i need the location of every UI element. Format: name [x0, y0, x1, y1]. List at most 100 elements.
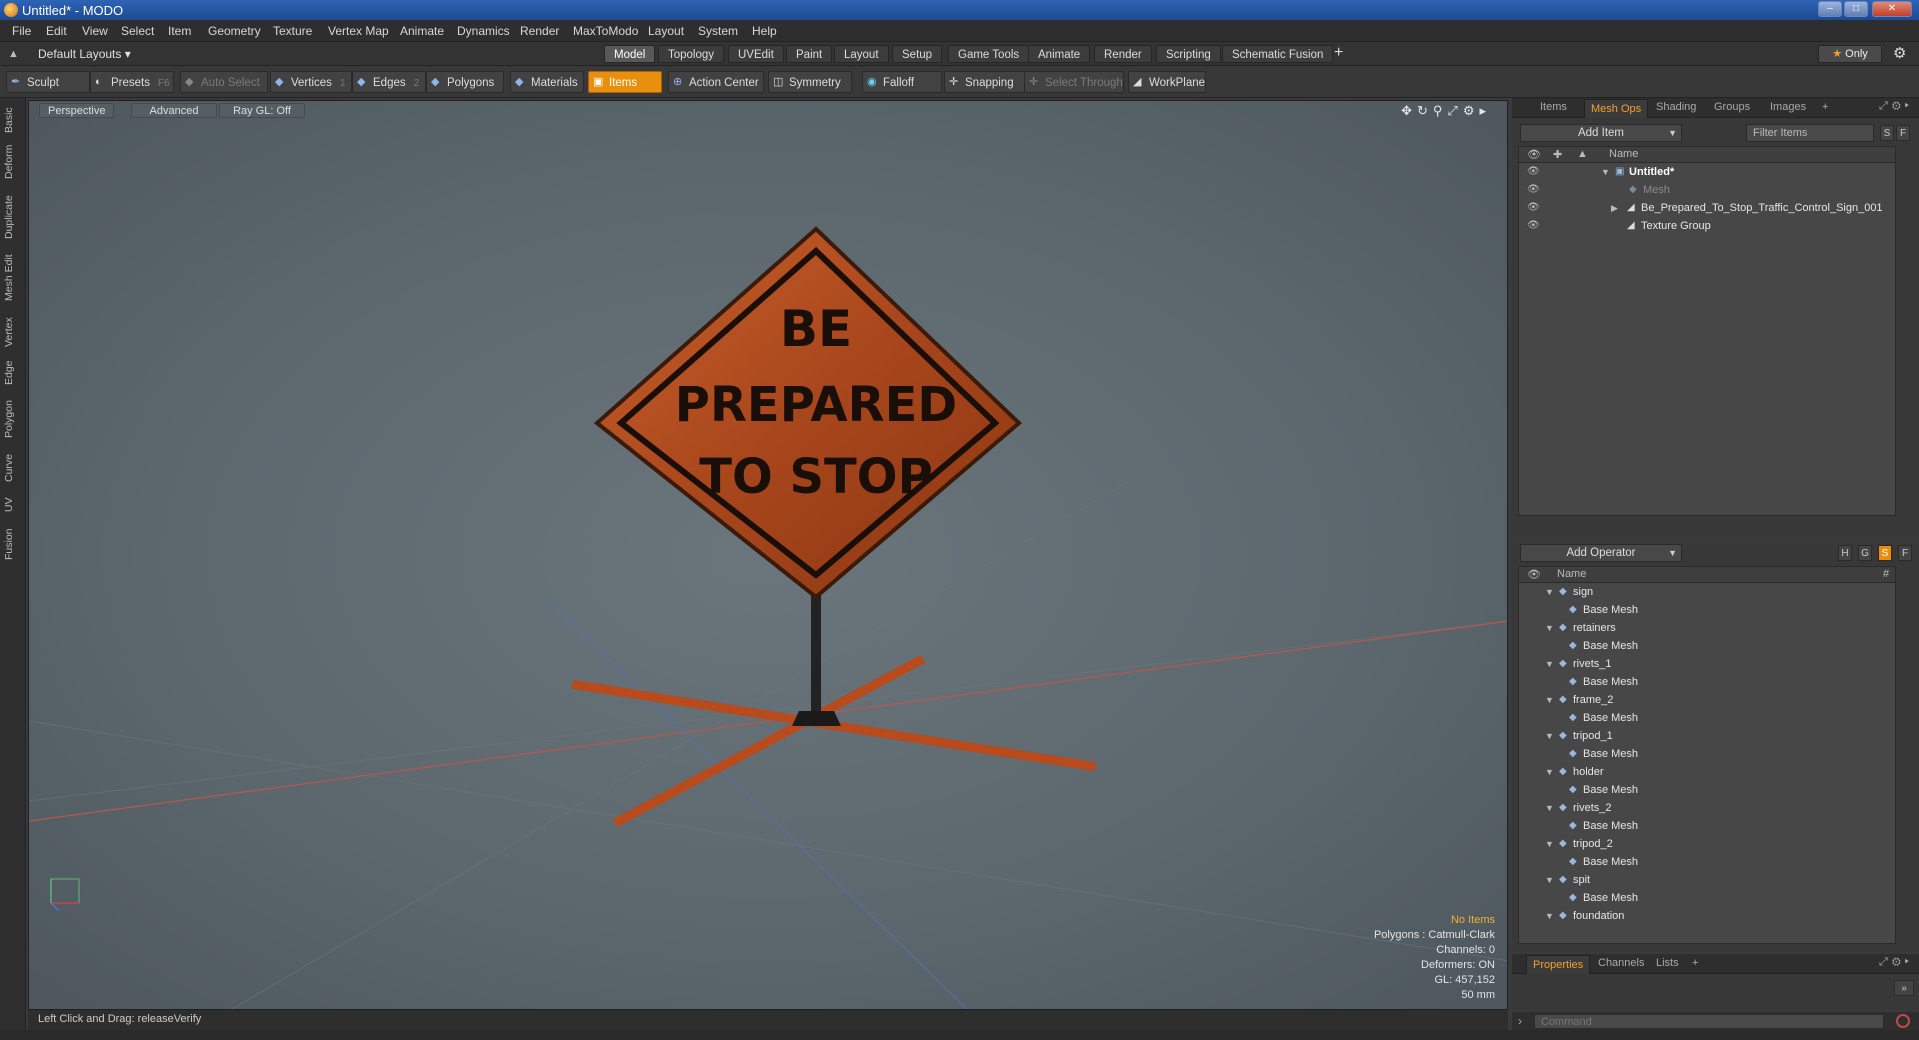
collapse-triangle-icon[interactable]: ▼: [1545, 799, 1554, 817]
visibility-eye-icon[interactable]: 👁: [1527, 163, 1540, 181]
menu-file[interactable]: File: [12, 24, 31, 38]
tab-layout[interactable]: Layout: [834, 45, 889, 63]
only-button[interactable]: ★ Only: [1818, 45, 1882, 63]
menu-layout[interactable]: Layout: [648, 24, 684, 38]
advanced-button[interactable]: Advanced: [131, 103, 217, 118]
collapse-triangle-icon[interactable]: ▼: [1545, 655, 1554, 673]
menu-maxtomodo[interactable]: MaxToModo: [573, 24, 638, 38]
expand-icon[interactable]: ⤢: [1879, 100, 1892, 112]
h-button[interactable]: H: [1838, 545, 1852, 561]
menu-system[interactable]: System: [698, 24, 738, 38]
vtab-uv[interactable]: UV: [3, 494, 23, 516]
f-button[interactable]: F: [1896, 125, 1910, 141]
collapse-triangle-icon[interactable]: ▼: [1545, 871, 1554, 889]
tree-item-mesh[interactable]: 👁 ◆ Mesh: [1519, 181, 1895, 199]
panel-icons[interactable]: ⤢⚙▸: [1879, 956, 1913, 969]
polygons-button[interactable]: ◆ Polygons: [426, 71, 504, 93]
menu-help[interactable]: Help: [752, 24, 777, 38]
menu-select[interactable]: Select: [121, 24, 154, 38]
viewport-3d[interactable]: BE PREPARED TO STOP Perspective Advanced…: [28, 100, 1508, 1010]
gear-icon[interactable]: ⚙: [1893, 44, 1906, 62]
vtab-basic[interactable]: Basic: [3, 104, 23, 136]
vtab-vertex[interactable]: Vertex: [3, 312, 23, 352]
action-center-button[interactable]: ⊕ Action Center: [668, 71, 764, 93]
operator-row[interactable]: ◆ Base Mesh: [1519, 781, 1895, 799]
vertices-button[interactable]: ◆ Vertices 1: [270, 71, 352, 93]
operator-row[interactable]: ◆ Base Mesh: [1519, 601, 1895, 619]
menu-render[interactable]: Render: [520, 24, 559, 38]
operator-group-row[interactable]: ▼ ◆ rivets_2: [1519, 799, 1895, 817]
viewport-nav-tools[interactable]: ✥↻⚲⤢⚙▸: [1401, 103, 1491, 119]
tab-topology[interactable]: Topology: [658, 45, 725, 63]
operator-group-row[interactable]: ▼ ◆ rivets_1: [1519, 655, 1895, 673]
viewport-menu-icon[interactable]: ▸: [1479, 103, 1491, 118]
vtab-mesh-edit[interactable]: Mesh Edit: [3, 252, 23, 304]
panel-menu-icon[interactable]: ▸: [1905, 100, 1913, 112]
menu-view[interactable]: View: [82, 24, 108, 38]
add-operator-button[interactable]: Add Operator ▼: [1520, 544, 1682, 562]
tab-images[interactable]: Images: [1770, 101, 1806, 113]
operator-group-row[interactable]: ▼ ◆ sign: [1519, 583, 1895, 601]
workplane-button[interactable]: ◢ WorkPlane: [1128, 71, 1206, 93]
vtab-edge[interactable]: Edge: [3, 358, 23, 388]
operator-group-row[interactable]: ▼ ◆ spit: [1519, 871, 1895, 889]
tab-schematic-fusion[interactable]: Schematic Fusion: [1222, 45, 1334, 63]
menu-item[interactable]: Item: [168, 24, 191, 38]
materials-button[interactable]: ◆ Materials: [510, 71, 584, 93]
tree-item-sign[interactable]: 👁 ▶ ◢ Be_Prepared_To_Stop_Traffic_Contro…: [1519, 199, 1895, 217]
command-input[interactable]: [1534, 1014, 1884, 1029]
operator-group-row[interactable]: ▼ ◆ holder: [1519, 763, 1895, 781]
operator-row[interactable]: ◆ Base Mesh: [1519, 745, 1895, 763]
minimize-button[interactable]: –: [1818, 1, 1842, 17]
tab-model[interactable]: Model: [604, 45, 656, 63]
collapse-icon[interactable]: ▲: [8, 48, 19, 60]
collapse-triangle-icon[interactable]: ▼: [1545, 691, 1554, 709]
maximize-view-icon[interactable]: ⤢: [1447, 103, 1462, 118]
collapse-triangle-icon[interactable]: ▼: [1545, 619, 1554, 637]
menu-edit[interactable]: Edit: [46, 24, 67, 38]
operator-row[interactable]: ◆ Base Mesh: [1519, 817, 1895, 835]
auto-select-button[interactable]: ◆ Auto Select: [180, 71, 268, 93]
collapse-triangle-icon[interactable]: ▼: [1545, 727, 1554, 745]
tab-lists[interactable]: Lists: [1656, 957, 1679, 969]
expand-icon[interactable]: ⤢: [1879, 956, 1892, 968]
add-panel-tab-icon[interactable]: +: [1822, 101, 1828, 113]
maximize-button[interactable]: □: [1844, 1, 1868, 17]
menu-animate[interactable]: Animate: [400, 24, 444, 38]
vtab-polygon[interactable]: Polygon: [3, 396, 23, 442]
tab-properties[interactable]: Properties: [1526, 955, 1591, 974]
tab-shading[interactable]: Shading: [1656, 101, 1696, 113]
tab-paint[interactable]: Paint: [786, 45, 833, 63]
visibility-eye-icon[interactable]: 👁: [1527, 181, 1540, 199]
vtab-duplicate[interactable]: Duplicate: [3, 190, 23, 244]
collapse-triangle-icon[interactable]: ▼: [1545, 835, 1554, 853]
operator-row[interactable]: ◆ Base Mesh: [1519, 637, 1895, 655]
edges-button[interactable]: ◆ Edges 2: [352, 71, 426, 93]
sculpt-button[interactable]: ✒ Sculpt: [6, 71, 90, 93]
f-toggle-button[interactable]: F: [1898, 545, 1912, 561]
panel-menu-icon[interactable]: ▸: [1905, 956, 1913, 968]
zoom-view-icon[interactable]: ⚲: [1433, 103, 1448, 118]
operator-group-row[interactable]: ▼ ◆ tripod_1: [1519, 727, 1895, 745]
s-toggle-button[interactable]: S: [1878, 545, 1892, 561]
tree-item-scene[interactable]: 👁 ▼ ▣ Untitled*: [1519, 163, 1895, 181]
tab-render[interactable]: Render: [1094, 45, 1152, 63]
operator-group-row[interactable]: ▼ ◆ frame_2: [1519, 691, 1895, 709]
tab-animate[interactable]: Animate: [1028, 45, 1091, 63]
select-through-button[interactable]: ✛ Select Through: [1024, 71, 1124, 93]
s-button[interactable]: S: [1880, 125, 1894, 141]
falloff-button[interactable]: ◉ Falloff: [862, 71, 942, 93]
more-button[interactable]: »: [1894, 980, 1914, 996]
presets-button[interactable]: ◐ Presets F6: [90, 71, 174, 93]
operator-row[interactable]: ◆ Base Mesh: [1519, 889, 1895, 907]
tab-uvedit[interactable]: UVEdit: [728, 45, 784, 63]
stop-icon[interactable]: [1896, 1014, 1910, 1028]
menu-vertex-map[interactable]: Vertex Map: [328, 24, 389, 38]
vtab-curve[interactable]: Curve: [3, 450, 23, 486]
tree-item-texture-group[interactable]: 👁 ◢ Texture Group: [1519, 217, 1895, 235]
filter-items-input[interactable]: Filter Items: [1746, 124, 1874, 142]
operator-group-row[interactable]: ▼ ◆ tripod_2: [1519, 835, 1895, 853]
tab-items[interactable]: Items: [1540, 101, 1567, 113]
visibility-eye-icon[interactable]: 👁: [1527, 199, 1540, 217]
menu-texture[interactable]: Texture: [273, 24, 312, 38]
